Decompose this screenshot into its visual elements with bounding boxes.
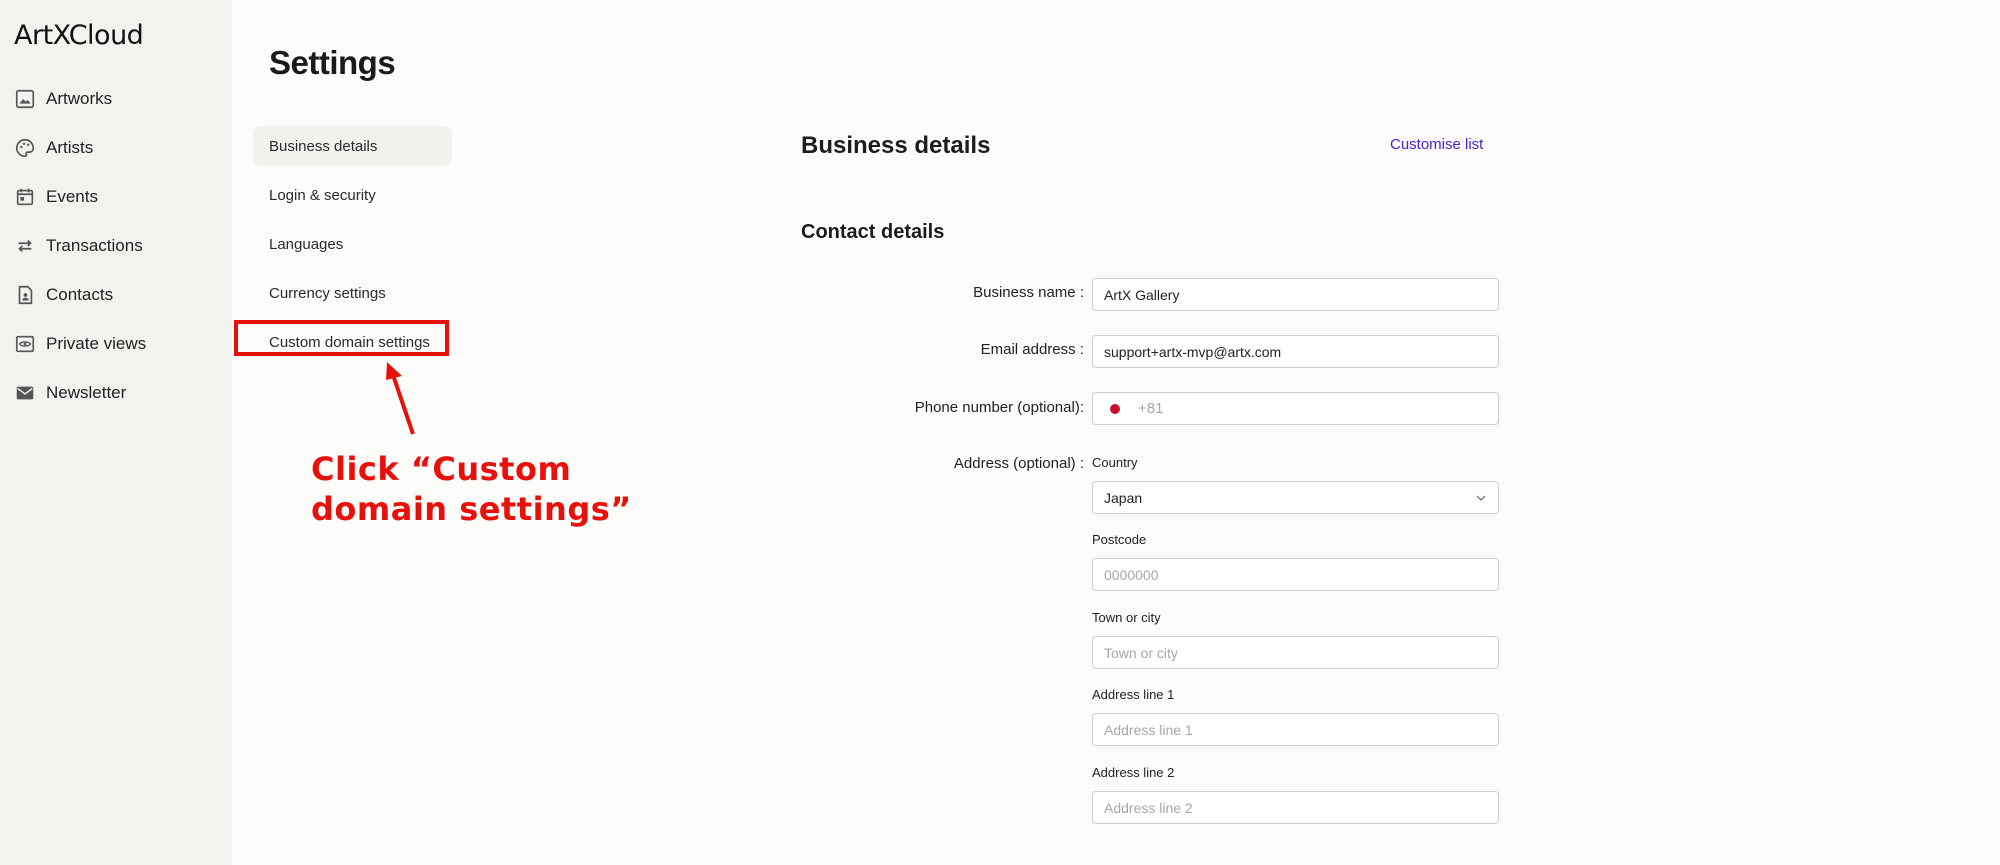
- sidebar-item-newsletter[interactable]: Newsletter: [14, 378, 126, 408]
- address-line-2-input[interactable]: Address line 2: [1092, 791, 1499, 824]
- address-line-1-input[interactable]: Address line 1: [1092, 713, 1499, 746]
- sidebar-item-label: Transactions: [46, 236, 143, 255]
- phone-label: Phone number (optional):: [914, 399, 1084, 416]
- sidebar-item-contacts[interactable]: Contacts: [14, 280, 113, 310]
- sidebar-item-events[interactable]: Events: [14, 182, 98, 212]
- town-placeholder: Town or city: [1104, 644, 1178, 661]
- section-title: Business details: [801, 132, 991, 159]
- japan-flag-icon[interactable]: [1110, 403, 1120, 414]
- settings-tab-login-security[interactable]: Login & security: [253, 175, 452, 215]
- business-name-label: Business name :: [973, 284, 1084, 301]
- country-value: Japan: [1104, 489, 1143, 506]
- customise-list-link[interactable]: Customise list: [1390, 136, 1483, 153]
- email-label: Email address :: [980, 341, 1084, 358]
- page-title: Settings: [269, 44, 396, 81]
- mail-icon: [16, 386, 34, 400]
- contact-card-icon: [18, 285, 33, 305]
- sidebar-item-label: Artists: [46, 138, 94, 157]
- image-icon: [15, 89, 35, 109]
- email-value: support+artx-mvp@artx.com: [1104, 343, 1282, 360]
- address-line-1-label: Address line 1: [1092, 687, 1175, 702]
- sidebar-item-label: Private views: [46, 334, 147, 353]
- annotation-highlight-box: [234, 320, 449, 356]
- contact-details-heading: Contact details: [801, 221, 945, 243]
- app-logo[interactable]: ArtXCloud: [14, 20, 144, 51]
- town-input[interactable]: Town or city: [1092, 636, 1499, 669]
- sidebar-item-label: Artworks: [46, 89, 113, 108]
- town-label: Town or city: [1092, 610, 1161, 625]
- annotation-line-1: Click “Custom: [311, 450, 572, 488]
- sidebar: ArtXCloud Artworks Artists Events Transa…: [0, 0, 232, 865]
- sidebar-item-label: Newsletter: [46, 383, 127, 402]
- sidebar-item-artworks[interactable]: Artworks: [14, 84, 112, 114]
- postcode-input[interactable]: 0000000: [1092, 558, 1499, 591]
- eye-icon: [15, 335, 35, 353]
- sidebar-item-label: Events: [46, 187, 98, 206]
- sidebar-item-private-views[interactable]: Private views: [14, 329, 146, 359]
- settings-tab-business-details[interactable]: Business details: [253, 126, 452, 166]
- swap-arrows-icon: [18, 239, 32, 253]
- country-label: Country: [1092, 455, 1138, 470]
- business-name-value: ArtX Gallery: [1104, 286, 1180, 303]
- annotation-line-2: domain settings”: [311, 490, 632, 528]
- address-line-1-placeholder: Address line 1: [1104, 721, 1193, 738]
- palette-icon: [16, 138, 35, 158]
- address-line-2-placeholder: Address line 2: [1104, 799, 1193, 816]
- annotation-arrow-icon: [386, 362, 415, 435]
- phone-code-value: +81: [1138, 400, 1164, 417]
- settings-tab-languages[interactable]: Languages: [253, 224, 452, 264]
- phone-input[interactable]: +81: [1092, 392, 1499, 425]
- address-label: Address (optional) :: [953, 455, 1084, 472]
- annotation-callout: Click “Custom domain settings”: [311, 449, 632, 529]
- business-name-input[interactable]: ArtX Gallery: [1092, 278, 1499, 311]
- chevron-down-icon: [1476, 495, 1486, 501]
- settings-tab-currency-settings[interactable]: Currency settings: [253, 273, 452, 313]
- email-input[interactable]: support+artx-mvp@artx.com: [1092, 335, 1499, 368]
- country-select[interactable]: Japan: [1092, 481, 1499, 514]
- sidebar-item-transactions[interactable]: Transactions: [14, 231, 143, 261]
- address-line-2-label: Address line 2: [1092, 765, 1175, 780]
- postcode-label: Postcode: [1092, 532, 1147, 547]
- postcode-placeholder: 0000000: [1104, 566, 1159, 583]
- sidebar-item-label: Contacts: [46, 285, 114, 304]
- sidebar-item-artists[interactable]: Artists: [14, 133, 93, 163]
- calendar-icon: [16, 188, 34, 206]
